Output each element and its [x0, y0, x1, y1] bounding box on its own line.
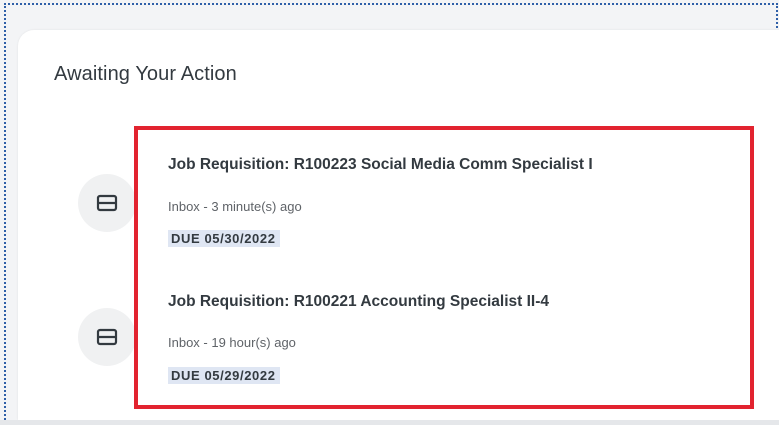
- red-highlight-box: [134, 126, 754, 409]
- card-bottom-divider: [0, 420, 779, 425]
- inbox-icon: [96, 328, 118, 346]
- inbox-icon: [96, 194, 118, 212]
- card-title: Awaiting Your Action: [54, 63, 237, 85]
- inbox-icon-badge: [78, 174, 136, 232]
- inbox-icon-badge: [78, 308, 136, 366]
